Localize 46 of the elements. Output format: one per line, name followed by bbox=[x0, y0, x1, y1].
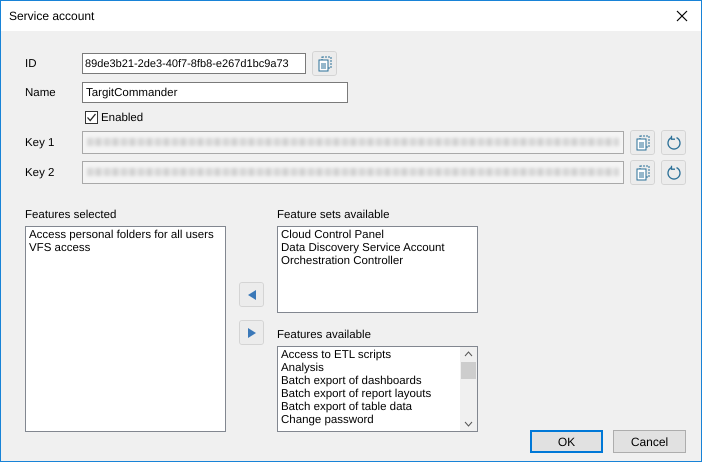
list-label: Features available bbox=[277, 329, 372, 341]
left-triangle-icon bbox=[248, 290, 256, 300]
scrollbar-thumb[interactable] bbox=[461, 362, 476, 379]
copy-icon bbox=[636, 164, 650, 180]
refresh-icon bbox=[666, 164, 682, 180]
copy-icon bbox=[636, 134, 650, 150]
list-item[interactable]: Analysis bbox=[281, 362, 460, 375]
copy-button[interactable] bbox=[312, 51, 337, 76]
list-item[interactable]: Data Discovery Service Account bbox=[281, 242, 474, 255]
blurred-key-field[interactable] bbox=[82, 161, 624, 184]
list-item[interactable]: VFS access bbox=[29, 242, 222, 255]
field-label: ID bbox=[25, 58, 38, 70]
checkbox-label: Enabled bbox=[101, 112, 144, 124]
list-label: Features selected bbox=[25, 209, 118, 221]
field-label: Key 1 bbox=[25, 136, 56, 148]
dialog-button[interactable]: Cancel bbox=[613, 430, 686, 453]
copy-button[interactable] bbox=[630, 130, 655, 155]
scroll-up-icon[interactable] bbox=[464, 351, 473, 357]
field-label: Name bbox=[25, 86, 57, 98]
copy-button[interactable] bbox=[630, 160, 655, 185]
list-item[interactable]: Batch export of dashboards bbox=[281, 375, 460, 388]
enabled-checkbox[interactable] bbox=[85, 111, 98, 124]
field-label: Key 2 bbox=[25, 166, 56, 178]
refresh-button[interactable] bbox=[661, 160, 686, 185]
copy-icon bbox=[318, 56, 332, 72]
list-label: Feature sets available bbox=[277, 209, 391, 221]
dialog-button[interactable]: OK bbox=[530, 430, 603, 453]
id-field[interactable]: 89de3b21-2de3-40f7-8fb8-e267d1bc9a73 bbox=[82, 53, 306, 74]
list-item[interactable]: Access to ETL scripts bbox=[281, 349, 460, 362]
list-item[interactable]: Orchestration Controller bbox=[281, 255, 474, 268]
list-item[interactable]: Cloud Control Panel bbox=[281, 229, 474, 242]
refresh-icon bbox=[666, 134, 682, 150]
list-item[interactable]: Access personal folders for all users bbox=[29, 229, 222, 242]
blurred-key-field[interactable] bbox=[82, 131, 624, 154]
right-triangle-icon bbox=[248, 328, 256, 338]
move-right-button[interactable] bbox=[239, 320, 264, 345]
close-icon bbox=[676, 10, 688, 22]
window-title: Service account bbox=[9, 9, 94, 23]
move-left-button[interactable] bbox=[239, 282, 264, 307]
scroll-down-icon[interactable] bbox=[464, 421, 473, 427]
list-item[interactable]: Change password bbox=[281, 414, 460, 427]
name-field[interactable]: TargitCommander bbox=[82, 82, 348, 103]
list-item[interactable]: Batch export of table data bbox=[281, 401, 460, 414]
refresh-button[interactable] bbox=[661, 130, 686, 155]
scrollbar[interactable] bbox=[460, 347, 477, 431]
list-item[interactable]: Batch export of report layouts bbox=[281, 388, 460, 401]
